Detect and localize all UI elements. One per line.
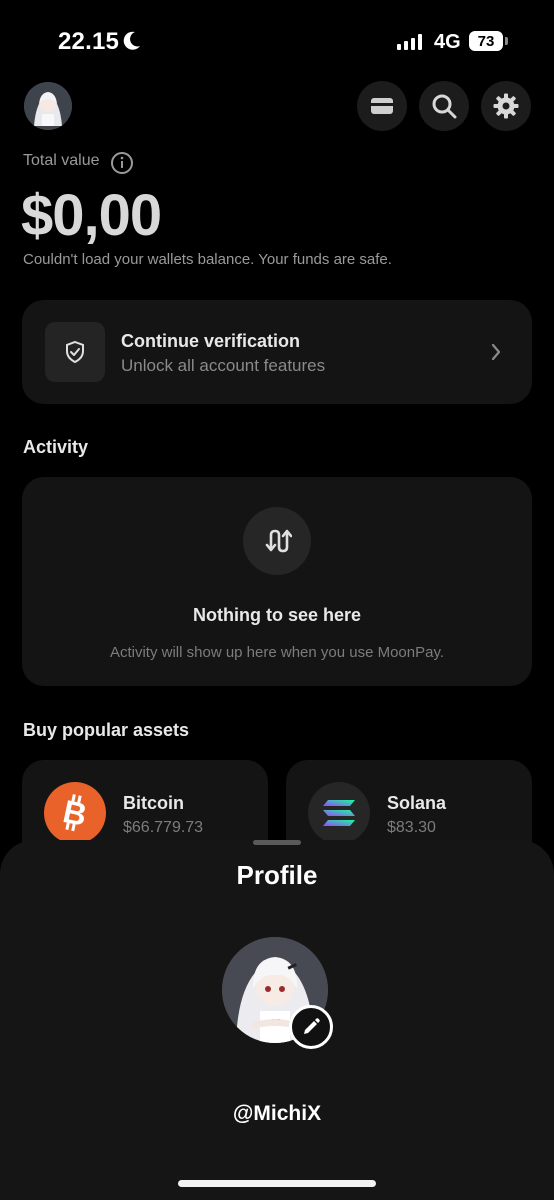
total-value-label: Total value bbox=[23, 152, 100, 169]
sheet-grabber[interactable] bbox=[253, 840, 301, 845]
settings-button[interactable] bbox=[481, 81, 531, 131]
home-indicator[interactable] bbox=[178, 1180, 376, 1187]
status-time: 22.15 bbox=[58, 28, 120, 55]
shield-icon bbox=[66, 340, 84, 364]
card-icon bbox=[371, 98, 393, 114]
verification-subtitle: Unlock all account features bbox=[121, 356, 326, 375]
activity-empty-subtitle: Activity will show up here when you use … bbox=[109, 644, 445, 661]
signal-icon bbox=[397, 34, 422, 50]
search-icon bbox=[432, 94, 457, 119]
activity-card: Nothing to see here Activity will show u… bbox=[22, 477, 532, 686]
activity-icon-circle bbox=[243, 507, 311, 575]
profile-title: Profile bbox=[236, 860, 318, 890]
activity-empty-title: Nothing to see here bbox=[192, 605, 362, 625]
asset-name: Bitcoin bbox=[123, 793, 184, 813]
pencil-icon bbox=[304, 1018, 320, 1034]
network-label: 4G bbox=[434, 31, 461, 53]
solana-coin bbox=[308, 782, 370, 844]
chevron-right-icon bbox=[491, 343, 501, 361]
activity-heading: Activity bbox=[23, 437, 89, 457]
asset-price: $66.779.73 bbox=[123, 819, 204, 836]
battery-tip bbox=[505, 37, 508, 45]
avatar[interactable] bbox=[24, 82, 72, 130]
verification-title: Continue verification bbox=[121, 331, 301, 351]
asset-name: Solana bbox=[387, 793, 447, 813]
card-button[interactable] bbox=[357, 81, 407, 131]
profile-handle: @MichiX bbox=[232, 1102, 322, 1125]
profile-sheet: Profile bbox=[0, 840, 554, 1200]
total-balance: $0,00 bbox=[21, 183, 162, 248]
search-button[interactable] bbox=[419, 81, 469, 131]
moon-icon bbox=[123, 31, 140, 50]
popular-assets-heading: Buy popular assets bbox=[23, 720, 190, 740]
balance-error-note: Couldn't load your wallets balance. Your… bbox=[23, 251, 392, 268]
profile-avatar-wrap[interactable] bbox=[222, 937, 334, 1049]
transfer-arrows-icon bbox=[265, 529, 292, 553]
asset-price: $83.30 bbox=[387, 819, 436, 836]
gear-icon bbox=[493, 93, 519, 119]
info-icon[interactable] bbox=[110, 151, 134, 175]
battery-icon: 73 bbox=[469, 31, 503, 51]
status-bar: 22.15 4G 73 bbox=[0, 0, 554, 70]
bitcoin-coin: B bbox=[44, 782, 106, 844]
shield-icon-box bbox=[45, 322, 105, 382]
edit-avatar-button[interactable] bbox=[289, 1005, 333, 1049]
solana-icon bbox=[323, 800, 355, 826]
avatar-image bbox=[24, 82, 72, 130]
bitcoin-icon: B bbox=[60, 793, 90, 833]
verification-card[interactable]: Continue verification Unlock all account… bbox=[22, 300, 532, 404]
